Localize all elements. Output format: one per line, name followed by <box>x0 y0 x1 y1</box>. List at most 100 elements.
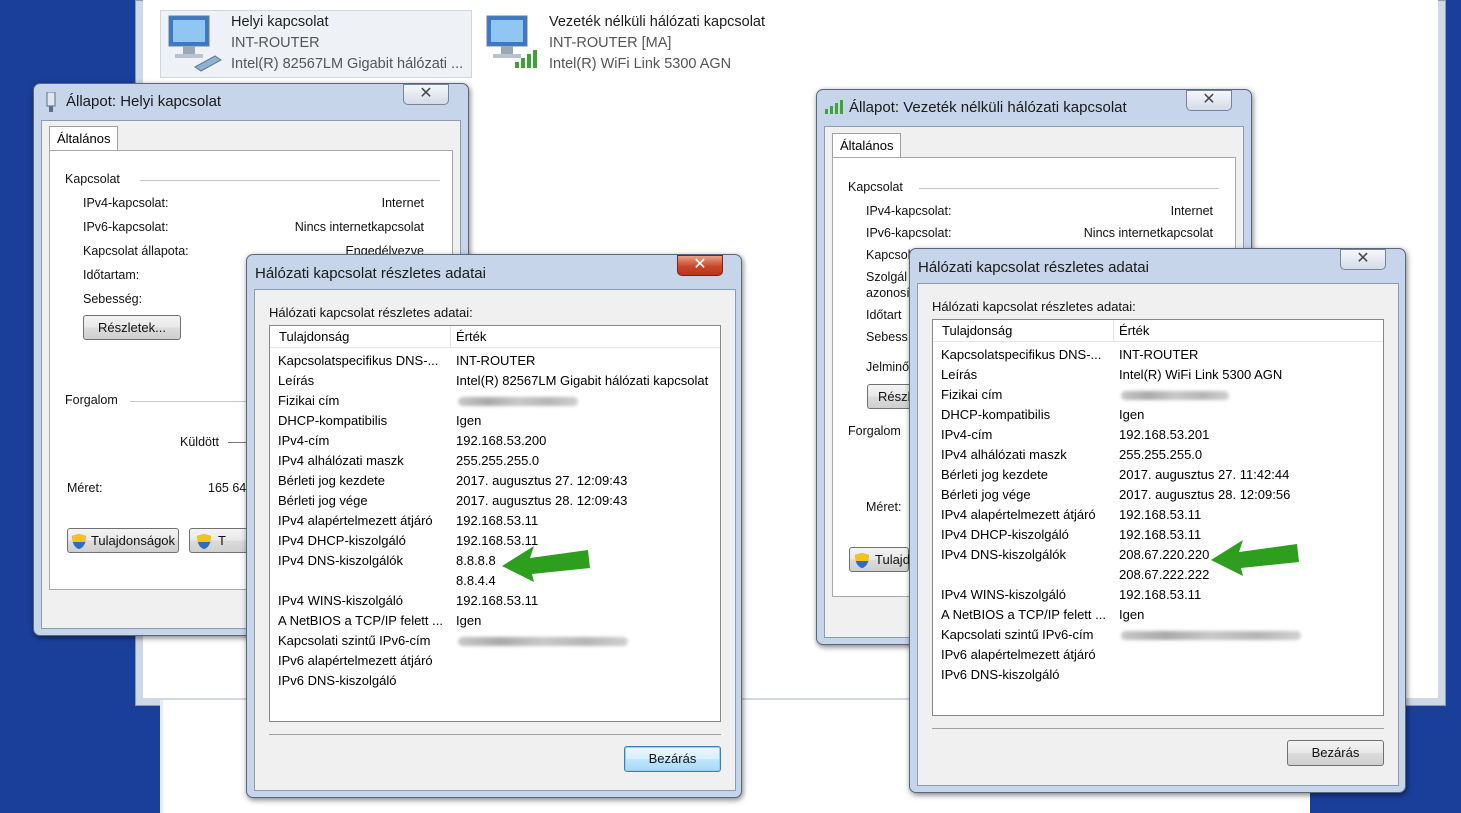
window-title: Hálózati kapcsolat részletes adatai <box>918 259 1149 276</box>
list-item[interactable]: IPv4 alhálózati maszk 255.255.255.0 <box>270 451 720 471</box>
list-item[interactable]: IPv4 WINS-kiszolgáló 192.168.53.11 <box>933 585 1383 605</box>
list-header: Tulajdonság Érték <box>933 320 1383 342</box>
column-divider[interactable] <box>1113 320 1114 342</box>
property-name: Bérleti jog kezdete <box>941 467 1048 482</box>
property-name: IPv4 alapértelmezett átjáró <box>278 513 433 528</box>
list-item[interactable]: DHCP-kompatibilis Igen <box>270 411 720 431</box>
list-item[interactable]: IPv6 alapértelmezett átjáró <box>270 651 720 671</box>
list-item[interactable]: Bérleti jog kezdete 2017. augusztus 27. 1… <box>270 471 720 491</box>
list-item[interactable]: Bérleti jog vége 2017. augusztus 28. 12:0… <box>270 491 720 511</box>
adapter-network: INT-ROUTER <box>231 35 320 51</box>
list-item[interactable]: Kapcsolati szintű IPv6-cím <box>933 625 1383 645</box>
list-item[interactable]: Bérleti jog kezdete 2017. augusztus 27. 1… <box>933 465 1383 485</box>
size-label: Méret: <box>866 500 902 514</box>
green-arrow-icon <box>502 546 590 582</box>
property-value: 2017. augusztus 28. 12:09:56 <box>1119 487 1291 502</box>
column-divider[interactable] <box>450 326 451 348</box>
list-item[interactable]: Fizikai cím <box>270 391 720 411</box>
ssid-label: Szolgál <box>866 270 907 284</box>
column-header-property[interactable]: Tulajdonság <box>279 329 349 344</box>
property-value: Igen <box>1119 607 1145 622</box>
ipv4-connectivity-value: Internet <box>381 196 424 210</box>
close-icon[interactable]: ✕ <box>403 84 449 105</box>
divider <box>228 442 248 443</box>
list-item[interactable]: IPv6 DNS-kiszolgáló <box>270 671 720 691</box>
green-arrow-icon <box>1211 540 1299 576</box>
details-window-wired: Hálózati kapcsolat részletes adatai ✕ Há… <box>246 254 742 798</box>
list-item[interactable]: Kapcsolatspecifikus DNS-... INT-ROUTER <box>270 351 720 371</box>
details-listview[interactable]: Tulajdonság Érték Kapcsolatspecifikus DN… <box>269 325 721 722</box>
close-icon[interactable]: ✕ <box>677 255 723 276</box>
list-item[interactable]: IPv4 DHCP-kiszolgáló 192.168.53.11 <box>270 531 720 551</box>
divider <box>130 401 250 402</box>
close-button[interactable]: Bezárás <box>624 746 721 772</box>
close-icon[interactable]: ✕ <box>1340 249 1386 270</box>
details-button[interactable]: Részletek... <box>83 315 181 340</box>
property-name: Kapcsolatspecifikus DNS-... <box>941 347 1102 362</box>
property-value: Igen <box>1119 407 1145 422</box>
close-button[interactable]: Bezárás <box>1287 740 1384 766</box>
column-header-property[interactable]: Tulajdonság <box>942 323 1012 338</box>
property-value: INT-ROUTER <box>456 353 536 368</box>
list-item[interactable]: 208.67.222.222 <box>933 565 1383 585</box>
adapter-device: Intel(R) 82567LM Gigabit hálózati ... <box>231 56 464 72</box>
list-item[interactable]: Kapcsolatspecifikus DNS-... INT-ROUTER <box>933 345 1383 365</box>
property-value: 192.168.53.11 <box>1119 507 1202 522</box>
property-name: IPv4 DHCP-kiszolgáló <box>941 527 1069 542</box>
details-subtitle: Hálózati kapcsolat részletes adatai: <box>269 305 473 320</box>
properties-button[interactable]: Tulajd <box>849 547 910 572</box>
list-header: Tulajdonság Érték <box>270 326 720 348</box>
signal-quality-label: Jelminő <box>866 360 910 374</box>
list-item[interactable]: Leírás Intel(R) 82567LM Gigabit hálózati … <box>270 371 720 391</box>
property-name: IPv6 alapértelmezett átjáró <box>941 647 1096 662</box>
list-item[interactable]: IPv4-cím 192.168.53.201 <box>933 425 1383 445</box>
redacted-value <box>458 637 628 646</box>
disable-button-label: T <box>218 533 226 548</box>
list-item[interactable]: A NetBIOS a TCP/IP felett ... Igen <box>270 611 720 631</box>
list-item[interactable]: IPv4 alapértelmezett átjáró 192.168.53.11 <box>270 511 720 531</box>
list-item[interactable]: IPv4 DNS-kiszolgálók 208.67.220.220 <box>933 545 1383 565</box>
details-subtitle: Hálózati kapcsolat részletes adatai: <box>932 299 1136 314</box>
property-value: Igen <box>456 613 482 628</box>
adapter-device: Intel(R) WiFi Link 5300 AGN <box>549 56 732 72</box>
list-item[interactable]: IPv4 alapértelmezett átjáró 192.168.53.11 <box>933 505 1383 525</box>
close-icon[interactable]: ✕ <box>1186 90 1232 111</box>
property-name: IPv4 WINS-kiszolgáló <box>278 593 403 608</box>
uac-shield-icon <box>197 534 211 549</box>
tab-general[interactable]: Általános <box>832 133 902 158</box>
list-item[interactable]: A NetBIOS a TCP/IP felett ... Igen <box>933 605 1383 625</box>
list-item[interactable]: Kapcsolati szintű IPv6-cím <box>270 631 720 651</box>
property-value: 2017. augusztus 28. 12:09:43 <box>456 493 628 508</box>
section-connection-label: Kapcsolat <box>65 172 120 186</box>
divider <box>269 734 721 735</box>
list-item[interactable]: 8.8.4.4 <box>270 571 720 591</box>
property-name: Bérleti jog vége <box>941 487 1031 502</box>
uac-shield-icon <box>71 534 86 550</box>
adapter-wireless[interactable]: Vezeték nélküli hálózati kapcsolat INT-R… <box>483 12 765 75</box>
property-name: IPv6 DNS-kiszolgáló <box>941 667 1060 682</box>
column-header-value[interactable]: Érték <box>1119 323 1149 338</box>
list-item[interactable]: Fizikai cím <box>933 385 1383 405</box>
tab-general[interactable]: Általános <box>49 126 119 151</box>
adapter-wired[interactable]: Helyi kapcsolat INT-ROUTER Intel(R) 8256… <box>165 12 463 75</box>
list-item[interactable]: IPv6 alapértelmezett átjáró <box>933 645 1383 665</box>
list-item[interactable]: Leírás Intel(R) WiFi Link 5300 AGN <box>933 365 1383 385</box>
property-name: IPv4 DHCP-kiszolgáló <box>278 533 406 548</box>
list-item[interactable]: Bérleti jog vége 2017. augusztus 28. 12:0… <box>933 485 1383 505</box>
list-item[interactable]: IPv4 DNS-kiszolgálók 8.8.8.8 <box>270 551 720 571</box>
list-item[interactable]: IPv6 DNS-kiszolgáló <box>933 665 1383 685</box>
property-name: IPv4 alhálózati maszk <box>278 453 404 468</box>
properties-button[interactable]: Tulajdonságok <box>67 528 179 553</box>
property-value: 208.67.220.220 <box>1119 547 1210 562</box>
redacted-value <box>1121 631 1301 640</box>
list-item[interactable]: IPv4 DHCP-kiszolgáló 192.168.53.11 <box>933 525 1383 545</box>
column-header-value[interactable]: Érték <box>456 329 486 344</box>
property-name: IPv6 DNS-kiszolgáló <box>278 673 397 688</box>
property-value: 192.168.53.200 <box>456 433 547 448</box>
list-item[interactable]: IPv4 WINS-kiszolgáló 192.168.53.11 <box>270 591 720 611</box>
list-item[interactable]: DHCP-kompatibilis Igen <box>933 405 1383 425</box>
list-item[interactable]: IPv4-cím 192.168.53.200 <box>270 431 720 451</box>
wireless-network-icon <box>486 15 537 68</box>
details-listview[interactable]: Tulajdonság Érték Kapcsolatspecifikus DN… <box>932 319 1384 716</box>
list-item[interactable]: IPv4 alhálózati maszk 255.255.255.0 <box>933 445 1383 465</box>
